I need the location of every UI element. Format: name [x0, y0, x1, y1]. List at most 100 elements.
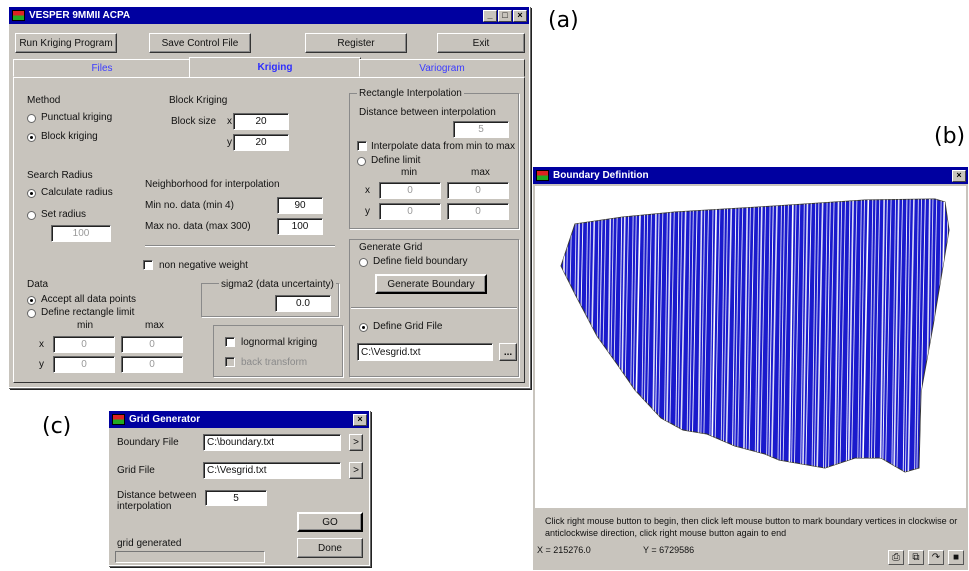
grid-window-title: Grid Generator	[129, 414, 201, 425]
data-heading: Data	[27, 279, 49, 290]
define-boundary-radio[interactable]	[359, 258, 368, 267]
block-kriging-radio[interactable]	[27, 133, 36, 142]
boundary-titlebar: Boundary Definition ×	[533, 167, 968, 184]
rect-max-label: max	[471, 167, 490, 178]
tab-strip: Files Kriging Variogram	[13, 57, 525, 79]
calculate-radius-radio[interactable]	[27, 189, 36, 198]
minimize-button[interactable]: _	[483, 9, 497, 22]
boundary-file-label: Boundary File	[117, 437, 179, 448]
tab-kriging[interactable]: Kriging	[189, 57, 361, 77]
non-negative-checkbox[interactable]	[143, 260, 153, 270]
rect-x-label: x	[365, 185, 370, 196]
maximize-button[interactable]: □	[498, 9, 512, 22]
grid-distance-input[interactable]: 5	[205, 490, 267, 506]
data-x-min-input[interactable]: 0	[53, 336, 115, 353]
main-window-title: VESPER 9MMII ACPA	[29, 10, 131, 21]
rect-x-min-input[interactable]: 0	[379, 182, 441, 199]
go-button[interactable]: GO	[297, 512, 363, 532]
boundary-toolbar: ⎙ ⧉ ↷ ■	[888, 550, 964, 565]
lognormal-checkbox[interactable]	[225, 337, 235, 347]
define-rectangle-label: Define rectangle limit	[41, 307, 135, 318]
boundary-file-browse[interactable]: >	[349, 434, 363, 451]
block-kriging-label: Block kriging	[41, 131, 98, 142]
distance-interp-input[interactable]: 5	[453, 121, 509, 138]
grid-generator-window: Grid Generator × Boundary File C:\bounda…	[108, 410, 370, 566]
block-y-input[interactable]: 20	[233, 134, 289, 151]
block-y-label: y	[227, 137, 232, 148]
close-button[interactable]: ×	[513, 9, 527, 22]
define-rectangle-radio[interactable]	[27, 309, 36, 318]
data-x-max-input[interactable]: 0	[121, 336, 183, 353]
tab-variogram[interactable]: Variogram	[359, 59, 525, 77]
register-button[interactable]: Register	[305, 33, 407, 53]
max-data-input[interactable]: 100	[277, 218, 323, 235]
field-track-line	[561, 199, 566, 472]
punctual-kriging-label: Punctual kriging	[41, 112, 113, 123]
sigma-label: sigma2 (data uncertainty)	[219, 279, 336, 290]
field-track-line	[565, 199, 573, 472]
grid-status-label: grid generated	[117, 538, 182, 549]
grid-titlebar: Grid Generator ×	[109, 411, 369, 428]
grid-title-buttons: ×	[353, 413, 367, 426]
grid-close-button[interactable]: ×	[353, 413, 367, 426]
set-radius-label: Set radius	[41, 209, 87, 220]
search-radius-heading: Search Radius	[27, 170, 93, 181]
grid-file-browse[interactable]: >	[349, 462, 363, 479]
radius-input[interactable]: 100	[51, 225, 111, 242]
main-title-buttons: _ □ ×	[483, 9, 527, 22]
tab-files[interactable]: Files	[13, 59, 191, 77]
rect-y-min-input[interactable]: 0	[379, 203, 441, 220]
accept-all-label: Accept all data points	[41, 294, 137, 305]
method-heading: Method	[27, 95, 61, 106]
exit-button[interactable]: Exit	[437, 33, 525, 53]
back-transform-checkbox[interactable]	[225, 357, 235, 367]
accept-all-radio[interactable]	[27, 296, 36, 305]
save-icon[interactable]: ■	[948, 550, 964, 565]
rect-x-max-input[interactable]: 0	[447, 182, 509, 199]
figure-label-c: (c)	[42, 414, 72, 439]
done-button[interactable]: Done	[297, 538, 363, 558]
sigma-input[interactable]: 0.0	[275, 295, 331, 312]
grid-file-path-input[interactable]: C:\Vesgrid.txt	[357, 343, 493, 361]
grid-file-input[interactable]: C:\Vesgrid.txt	[203, 462, 341, 479]
redo-icon[interactable]: ↷	[928, 550, 944, 565]
data-y-min-input[interactable]: 0	[53, 356, 115, 373]
non-negative-label: non negative weight	[159, 260, 248, 271]
x-coordinate: X = 215276.0	[537, 545, 591, 555]
field-track-line	[948, 199, 949, 472]
max-data-label: Max no. data (max 300)	[145, 221, 251, 232]
print-icon[interactable]: ⎙	[888, 550, 904, 565]
copy-icon[interactable]: ⧉	[908, 550, 924, 565]
define-limit-radio[interactable]	[357, 157, 366, 166]
boundary-app-icon	[536, 170, 549, 181]
interp-min-max-checkbox[interactable]	[357, 141, 367, 151]
save-control-file-button[interactable]: Save Control File	[149, 33, 251, 53]
neighborhood-heading: Neighborhood for interpolation	[145, 179, 280, 190]
interp-min-max-label: Interpolate data from min to max	[371, 141, 515, 152]
rectangle-interp-heading: Rectangle Interpolation	[357, 88, 464, 99]
grid-file-browse-button[interactable]: ...	[499, 343, 517, 361]
punctual-kriging-radio[interactable]	[27, 114, 36, 123]
data-y-max-input[interactable]: 0	[121, 356, 183, 373]
min-data-input[interactable]: 90	[277, 197, 323, 214]
figure-label-b: (b)	[934, 124, 966, 149]
define-limit-label: Define limit	[371, 155, 421, 166]
define-grid-file-radio[interactable]	[359, 323, 368, 332]
set-radius-radio[interactable]	[27, 211, 36, 220]
boundary-close-button[interactable]: ×	[952, 169, 966, 182]
define-grid-file-label: Define Grid File	[373, 321, 443, 332]
run-kriging-button[interactable]: Run Kriging Program	[15, 33, 117, 53]
boundary-window-title: Boundary Definition	[553, 170, 649, 181]
rect-min-label: min	[401, 167, 418, 178]
block-x-label: x	[227, 116, 232, 127]
calculate-radius-label: Calculate radius	[41, 187, 113, 198]
generate-boundary-button[interactable]: Generate Boundary	[375, 274, 487, 294]
rect-y-max-input[interactable]: 0	[447, 203, 509, 220]
grid-divider	[351, 307, 517, 309]
boundary-title-buttons: ×	[952, 169, 966, 182]
boundary-file-input[interactable]: C:\boundary.txt	[203, 434, 341, 451]
block-x-input[interactable]: 20	[233, 113, 289, 130]
boundary-canvas[interactable]	[535, 186, 966, 508]
field-polygon	[560, 198, 950, 473]
vesper-main-window: VESPER 9MMII ACPA _ □ × Run Kriging Prog…	[8, 6, 530, 388]
